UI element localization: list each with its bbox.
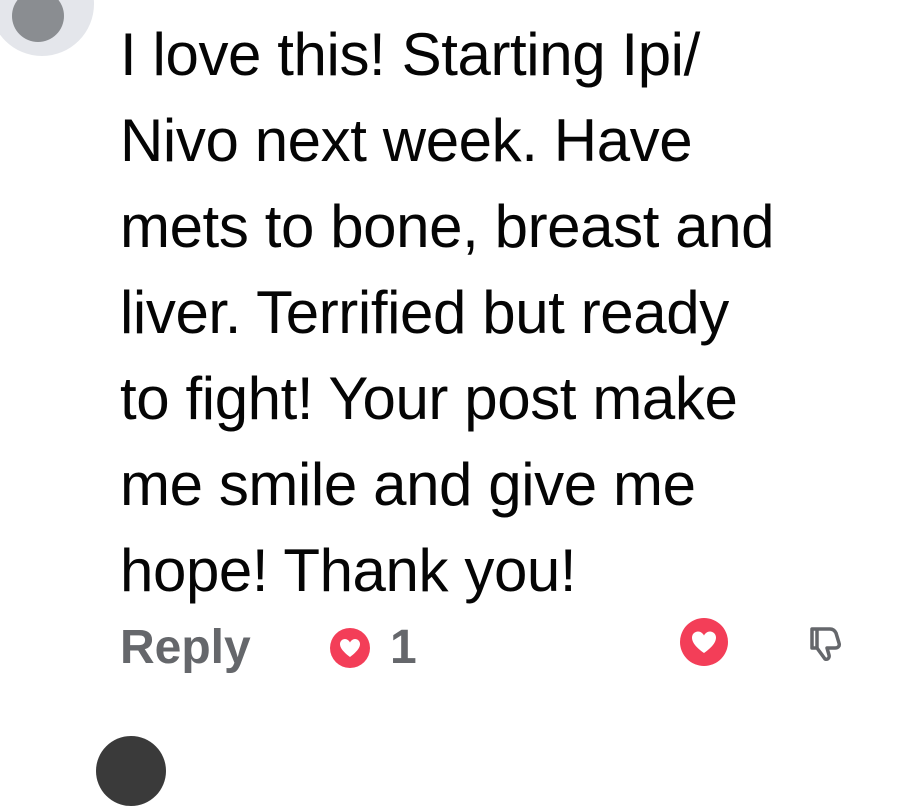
comment-line: mets to bone, breast and <box>120 193 775 260</box>
comment-line: hope! Thank you! <box>120 537 577 604</box>
comment-actions: Reply 1 <box>0 612 898 684</box>
comment-line: to fight! Your post make <box>120 365 738 432</box>
heart-icon <box>330 628 370 668</box>
comment-line: me smile and give me <box>120 451 696 518</box>
love-react-button[interactable] <box>680 618 728 666</box>
thumbs-down-icon <box>810 627 841 661</box>
comment-body: I love this! Starting Ipi/ Nivo next wee… <box>120 12 880 614</box>
heart-icon <box>692 631 716 653</box>
comment-line: liver. Terrified but ready <box>120 279 729 346</box>
default-avatar-icon <box>12 0 64 42</box>
reaction-count: 1 <box>390 621 417 674</box>
reply-button[interactable]: Reply <box>120 618 251 678</box>
dislike-button[interactable] <box>800 618 848 666</box>
comment-line: I love this! Starting Ipi/ <box>120 21 700 88</box>
comment-line: Nivo next week. Have <box>120 107 693 174</box>
commenter-avatar[interactable] <box>0 0 94 56</box>
